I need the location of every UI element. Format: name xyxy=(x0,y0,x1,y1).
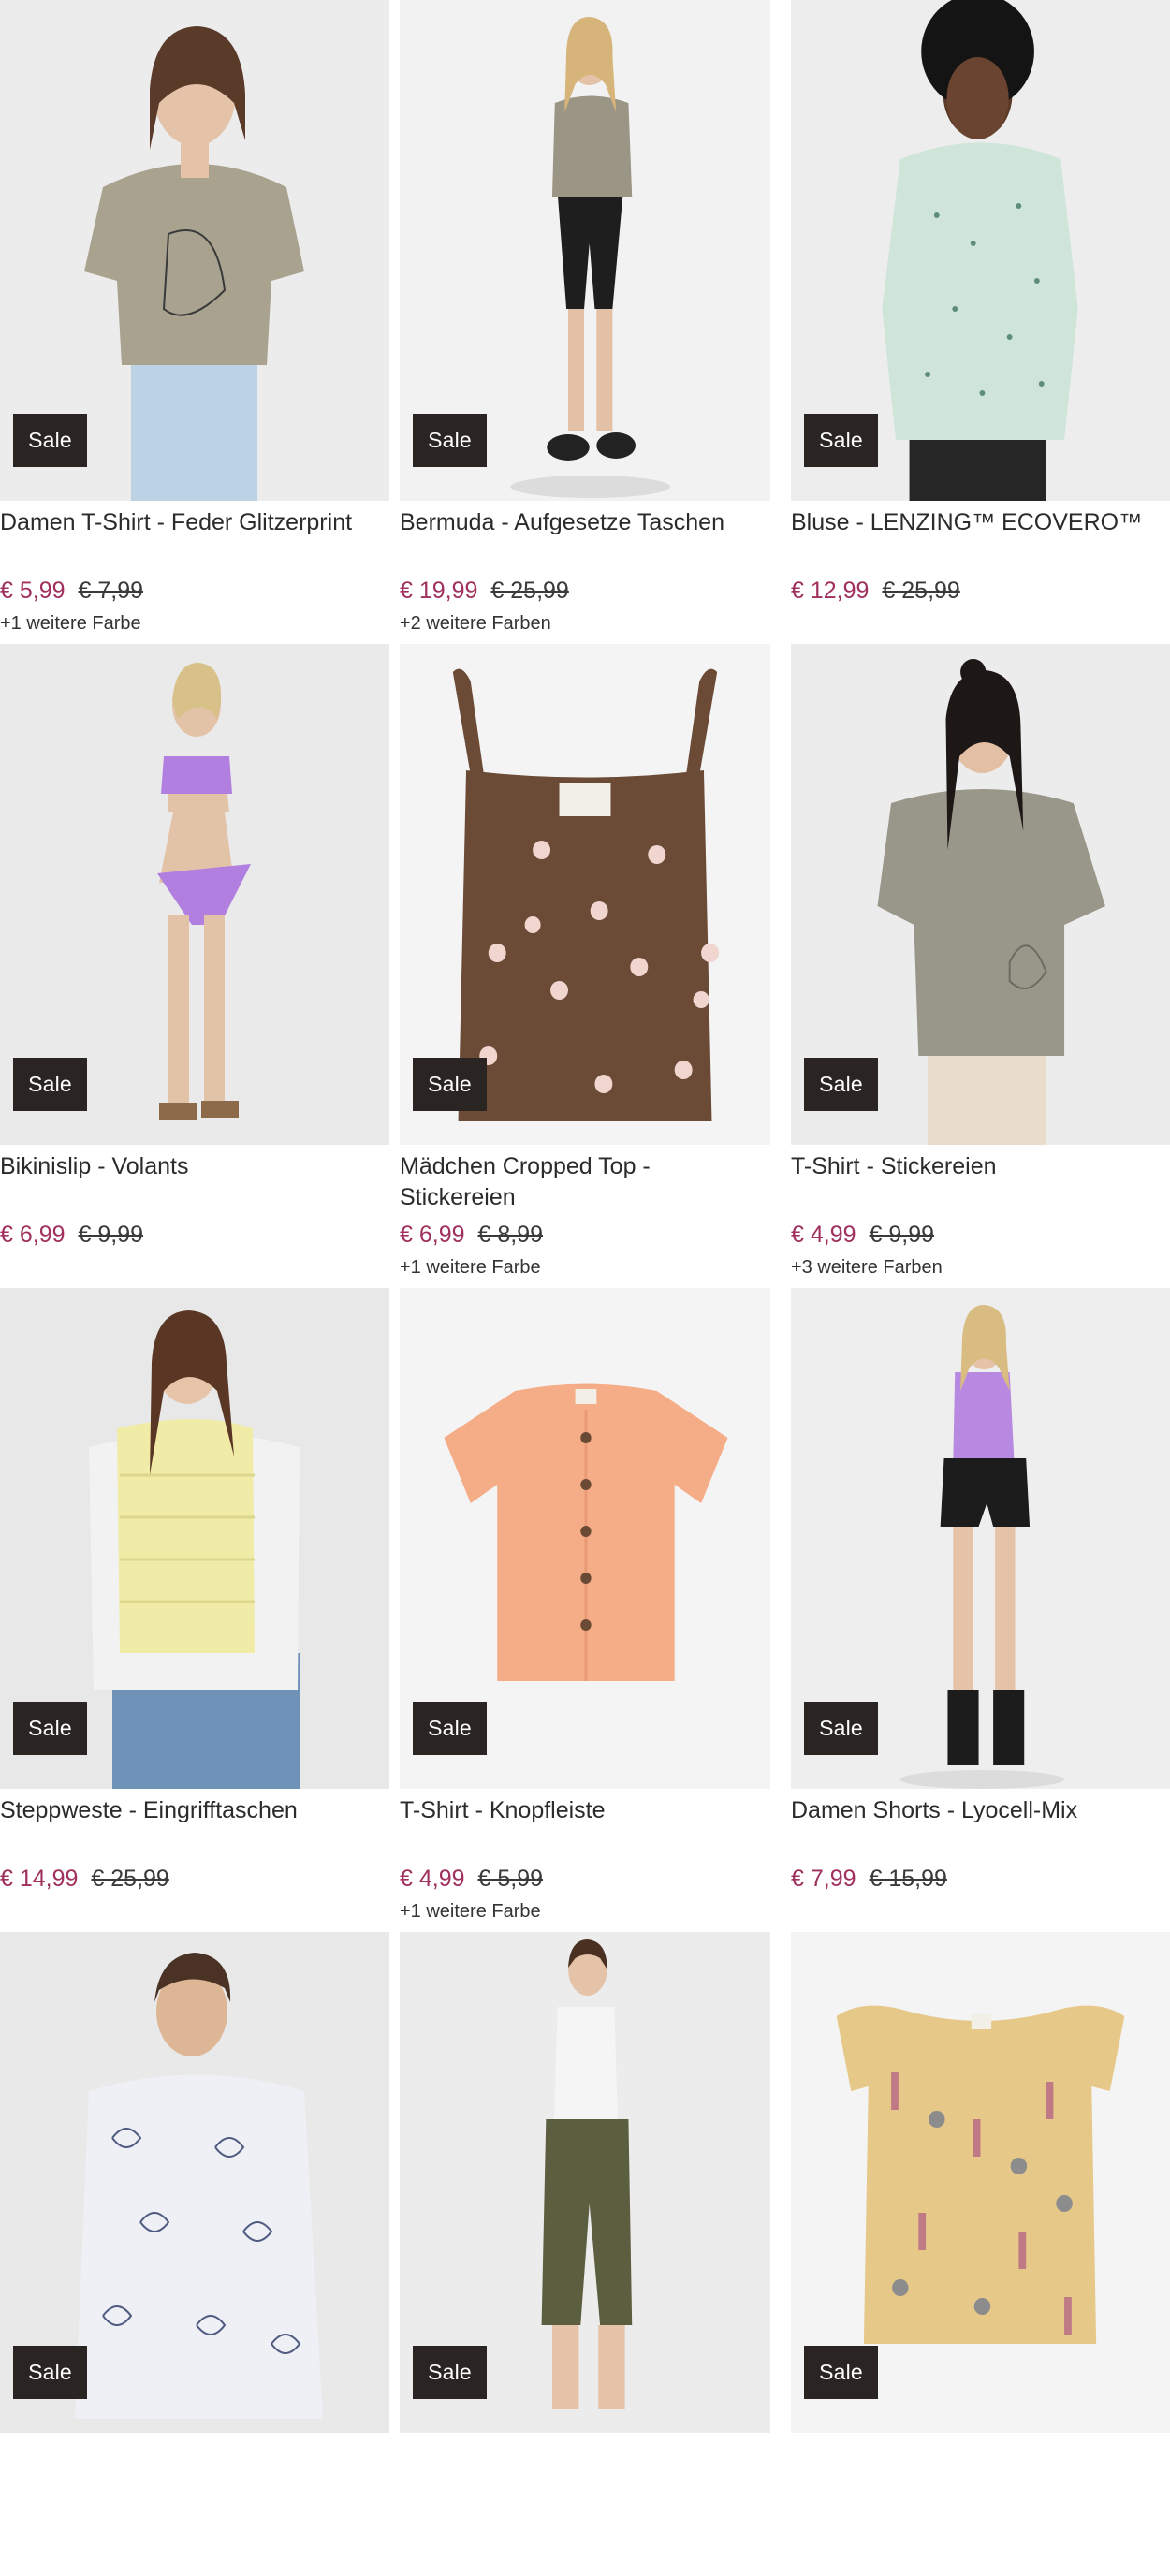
sale-price: € 5,99 xyxy=(0,578,66,604)
product-card[interactable]: Sale Damen T-Shirt - Feder Glitzerprint … xyxy=(0,0,389,644)
more-colors-link[interactable]: +3 weitere Farben xyxy=(791,1255,943,1280)
product-card[interactable]: Sale Bermuda - Aufgesetze Taschen € 19,9… xyxy=(400,0,770,644)
more-colors-link[interactable]: +1 weitere Farbe xyxy=(400,1255,541,1280)
product-card[interactable]: Sale Mädchen Cropped Top - Stickereien €… xyxy=(400,644,770,1288)
sale-price: € 4,99 xyxy=(400,1866,465,1892)
sale-price: € 7,99 xyxy=(791,1866,856,1892)
product-card[interactable]: Sale Damen Shorts - Lyocell-Mix € 7,99 € … xyxy=(791,1288,1170,1932)
original-price: € 8,99 xyxy=(477,1222,544,1248)
product-name[interactable]: Damen Shorts - Lyocell-Mix xyxy=(791,1795,1166,1826)
product-price: € 4,99 € 5,99 xyxy=(400,1864,543,1894)
product-image[interactable]: Sale xyxy=(0,1288,389,1789)
product-name[interactable]: T-Shirt - Knopfleiste xyxy=(400,1795,767,1826)
sale-badge: Sale xyxy=(413,1702,487,1755)
product-image[interactable]: Sale xyxy=(0,0,389,501)
sale-price: € 14,99 xyxy=(0,1866,79,1892)
original-price: € 25,99 xyxy=(882,578,960,604)
product-price: € 14,99 € 25,99 xyxy=(0,1864,169,1894)
product-price: € 7,99 € 15,99 xyxy=(791,1864,947,1894)
original-price: € 5,99 xyxy=(477,1866,544,1892)
product-card[interactable]: Sale Bikinislip - Volants € 6,99 € 9,99 xyxy=(0,644,389,1288)
sale-price: € 4,99 xyxy=(791,1222,856,1248)
product-name[interactable]: Damen T-Shirt - Feder Glitzerprint xyxy=(0,507,386,538)
product-image[interactable]: Sale xyxy=(0,1932,389,2433)
product-grid: Sale Damen T-Shirt - Feder Glitzerprint … xyxy=(0,0,1170,2576)
product-image[interactable]: Sale xyxy=(791,1288,1170,1789)
sale-badge: Sale xyxy=(804,414,878,467)
sale-badge: Sale xyxy=(13,1702,87,1755)
product-name[interactable]: Bikinislip - Volants xyxy=(0,1151,386,1182)
original-price: € 25,99 xyxy=(91,1866,169,1892)
sale-badge: Sale xyxy=(413,1058,487,1111)
sale-badge: Sale xyxy=(413,2346,487,2399)
product-card[interactable]: Sale xyxy=(791,1932,1170,2576)
sale-badge: Sale xyxy=(13,2346,87,2399)
more-colors-link[interactable]: +1 weitere Farbe xyxy=(400,1899,541,1924)
product-price: € 5,99 € 7,99 xyxy=(0,576,143,606)
product-image[interactable]: Sale xyxy=(400,1288,770,1789)
original-price: € 9,99 xyxy=(78,1222,144,1248)
product-card[interactable]: Sale Steppweste - Eingrifftaschen € 14,9… xyxy=(0,1288,389,1932)
product-card[interactable]: Sale T-Shirt - Knopfleiste € 4,99 € 5,99 … xyxy=(400,1288,770,1932)
product-image[interactable]: Sale xyxy=(791,644,1170,1145)
sale-badge: Sale xyxy=(804,1702,878,1755)
original-price: € 15,99 xyxy=(869,1866,947,1892)
original-price: € 25,99 xyxy=(490,578,569,604)
product-image[interactable]: Sale xyxy=(400,644,770,1145)
product-image[interactable]: Sale xyxy=(791,0,1170,501)
sale-price: € 19,99 xyxy=(400,578,478,604)
product-card[interactable]: Sale xyxy=(0,1932,389,2576)
more-colors-link[interactable]: +1 weitere Farbe xyxy=(0,611,141,636)
product-card[interactable]: Sale Bluse - LENZING™ ECOVERO™ € 12,99 € … xyxy=(791,0,1170,644)
product-price: € 6,99 € 9,99 xyxy=(0,1220,143,1250)
product-card[interactable]: Sale xyxy=(400,1932,770,2576)
product-price: € 19,99 € 25,99 xyxy=(400,576,569,606)
sale-badge: Sale xyxy=(804,2346,878,2399)
product-price: € 4,99 € 9,99 xyxy=(791,1220,934,1250)
product-name[interactable]: Mädchen Cropped Top - Stickereien xyxy=(400,1151,767,1213)
product-price: € 6,99 € 8,99 xyxy=(400,1220,543,1250)
sale-badge: Sale xyxy=(13,1058,87,1111)
original-price: € 7,99 xyxy=(78,578,144,604)
product-name[interactable]: T-Shirt - Stickereien xyxy=(791,1151,1166,1182)
sale-price: € 6,99 xyxy=(0,1222,66,1248)
sale-price: € 12,99 xyxy=(791,578,870,604)
product-price: € 12,99 € 25,99 xyxy=(791,576,960,606)
original-price: € 9,99 xyxy=(869,1222,935,1248)
sale-price: € 6,99 xyxy=(400,1222,465,1248)
product-name[interactable]: Bluse - LENZING™ ECOVERO™ xyxy=(791,507,1166,538)
product-name[interactable]: Steppweste - Eingrifftaschen xyxy=(0,1795,386,1826)
product-image[interactable]: Sale xyxy=(791,1932,1170,2433)
product-image[interactable]: Sale xyxy=(400,1932,770,2433)
product-name[interactable]: Bermuda - Aufgesetze Taschen xyxy=(400,507,767,538)
sale-badge: Sale xyxy=(804,1058,878,1111)
sale-badge: Sale xyxy=(13,414,87,467)
product-image[interactable]: Sale xyxy=(0,644,389,1145)
product-card[interactable]: Sale T-Shirt - Stickereien € 4,99 € 9,99 … xyxy=(791,644,1170,1288)
product-image[interactable]: Sale xyxy=(400,0,770,501)
sale-badge: Sale xyxy=(413,414,487,467)
more-colors-link[interactable]: +2 weitere Farben xyxy=(400,611,551,636)
